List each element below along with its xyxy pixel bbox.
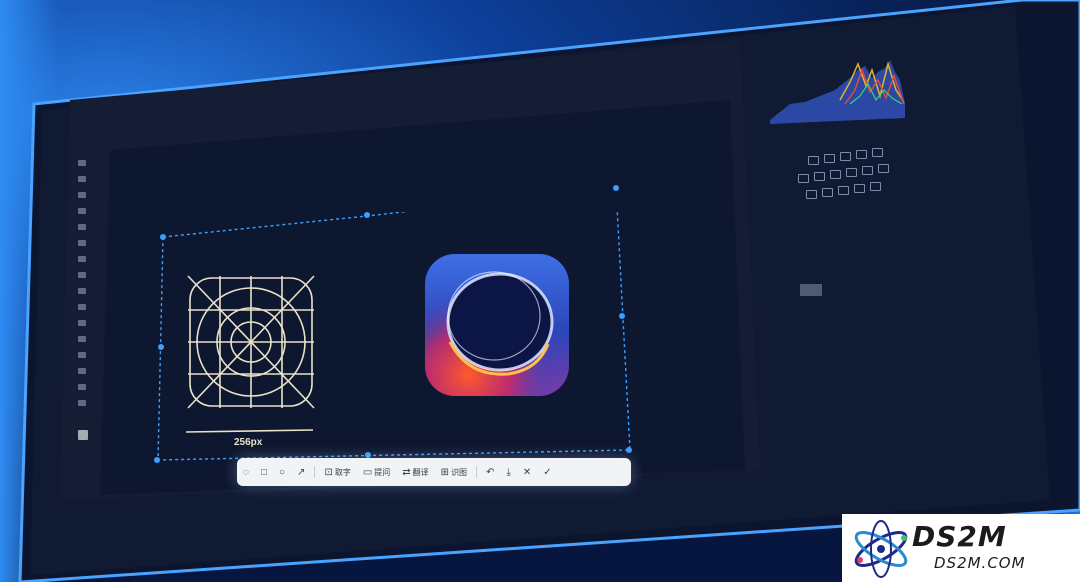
lasso-tool-icon[interactable] (78, 192, 86, 198)
gradient-tool-icon[interactable] (78, 288, 86, 294)
menu-item[interactable] (96, 106, 97, 113)
move-tool-icon[interactable] (78, 160, 86, 166)
download-button[interactable]: ⤓ (506, 467, 510, 478)
zoom-tool-icon[interactable] (78, 400, 86, 406)
selection-handle-bottom-left[interactable] (154, 457, 160, 463)
color-swatch-icon[interactable] (78, 430, 88, 440)
adjust-exposure-icon[interactable] (856, 150, 867, 159)
translate-icon: ⇄ (402, 466, 411, 478)
undo-icon: ↶ (486, 466, 495, 478)
pen-tool-icon[interactable] (78, 320, 86, 326)
adjust-vibrance-icon[interactable] (872, 148, 883, 157)
selection-handle-mid-right[interactable] (619, 313, 625, 319)
atom-logo-icon (854, 520, 908, 578)
image-recognition-label: 识图 (451, 467, 468, 477)
eyedropper-tool-icon[interactable] (78, 224, 86, 230)
type-tool-icon[interactable] (78, 336, 86, 342)
path-select-tool-icon[interactable] (78, 352, 86, 358)
undo-button[interactable]: ↶ (486, 467, 494, 478)
adjust-bw-icon[interactable] (830, 170, 841, 179)
ask-icon: ▭ (362, 466, 373, 478)
selection-handle-mid-left[interactable] (158, 344, 164, 350)
image-recognition-icon: ⊞ (440, 466, 450, 478)
arrow-icon: ↗ (297, 466, 306, 478)
check-icon: ✓ (543, 466, 552, 478)
circle-button[interactable]: ○ (279, 467, 285, 478)
screenshot-toolbar: ◌ □ ○ ↗ ⊡ 取字 ▭ 提问 ⇄ 翻译 ⊞ 识图 ↶ ⤓ ✕ ✓ (237, 458, 631, 486)
right-panels (740, 40, 940, 300)
eraser-tool-icon[interactable] (78, 272, 86, 278)
crop-tool-icon[interactable] (78, 208, 86, 214)
brush-tool-icon[interactable] (78, 240, 86, 246)
marquee-tool-icon[interactable] (78, 176, 86, 182)
toolbar-separator (314, 466, 316, 478)
dodge-tool-icon[interactable] (78, 304, 86, 310)
adjust-gradient-map-icon[interactable] (854, 184, 865, 193)
selection-area[interactable] (138, 212, 633, 472)
watermark: DS2M DS2M.COM (842, 514, 1080, 582)
lasso-button[interactable]: ◌ (243, 467, 249, 478)
adjust-invert-icon[interactable] (806, 190, 817, 199)
adjust-posterize-icon[interactable] (822, 188, 833, 197)
adjust-curves-icon[interactable] (840, 152, 851, 161)
selection-handle-top-left[interactable] (160, 234, 166, 240)
adjust-levels-icon[interactable] (824, 154, 835, 163)
text-extract-button[interactable]: ⊡ 取字 (324, 467, 350, 478)
rectangle-icon: □ (260, 466, 267, 478)
circle-icon: ○ (279, 466, 286, 478)
ask-button[interactable]: ▭ 提问 (363, 467, 390, 478)
adjust-selective-color-icon[interactable] (870, 182, 881, 191)
ask-label: 提问 (374, 467, 391, 477)
adjust-threshold-icon[interactable] (838, 186, 849, 195)
close-icon: ✕ (522, 466, 532, 478)
lasso-icon: ◌ (243, 466, 249, 478)
image-recognition-button[interactable]: ⊞ 识图 (441, 467, 467, 478)
toolbar-separator (476, 466, 478, 478)
rectangle-button[interactable]: □ (261, 467, 267, 478)
icon-grid-template (185, 275, 315, 433)
text-extract-icon: ⊡ (324, 466, 333, 478)
arrow-button[interactable]: ↗ (297, 467, 305, 478)
shape-tool-icon[interactable] (78, 368, 86, 374)
watermark-title: DS2M (912, 520, 1007, 553)
translate-label: 翻译 (412, 467, 429, 477)
confirm-button[interactable]: ✓ (543, 467, 551, 478)
photo-scene: 256px ◌ □ ○ ↗ ⊡ 取字 ▭ 提问 ⇄ 翻译 ⊞ 识图 ↶ ⤓ ✕ ✓ DS… (0, 0, 1080, 582)
glossy-app-icon (425, 254, 569, 396)
stamp-tool-icon[interactable] (78, 256, 86, 262)
adjust-lookup-icon[interactable] (878, 164, 889, 173)
adjust-photo-filter-icon[interactable] (846, 168, 857, 177)
selection-handle-top-right[interactable] (613, 185, 619, 191)
hand-tool-icon[interactable] (78, 384, 86, 390)
text-extract-label: 取字 (334, 467, 351, 477)
selection-handle-top-mid[interactable] (364, 212, 370, 218)
download-icon: ⤓ (506, 466, 511, 478)
photoshop-toolbar (72, 150, 94, 490)
selection-handle-bottom-right[interactable] (626, 447, 632, 453)
dimension-label: 256px (234, 437, 263, 448)
adjust-brightness-icon[interactable] (808, 156, 819, 165)
close-button[interactable]: ✕ (523, 467, 531, 478)
adjust-balance-icon[interactable] (814, 172, 825, 181)
adjust-mixer-icon[interactable] (862, 166, 873, 175)
adjust-hue-icon[interactable] (798, 174, 809, 183)
watermark-url: DS2M.COM (934, 554, 1026, 572)
translate-button[interactable]: ⇄ 翻译 (402, 467, 428, 478)
